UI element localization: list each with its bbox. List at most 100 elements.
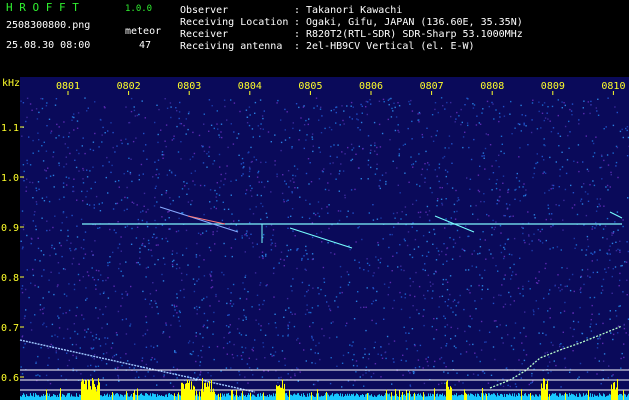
noise-dot bbox=[376, 168, 378, 170]
level-bar bbox=[172, 395, 173, 400]
noise-dot bbox=[330, 109, 332, 112]
noise-dot bbox=[242, 173, 244, 175]
noise-dot bbox=[363, 269, 365, 271]
noise-dot bbox=[480, 320, 483, 323]
noise-dot bbox=[595, 224, 598, 227]
level-bar bbox=[240, 396, 241, 400]
noise-dot bbox=[119, 263, 121, 265]
noise-dot bbox=[469, 178, 472, 180]
noise-dot bbox=[297, 368, 299, 370]
noise-dot bbox=[492, 257, 494, 259]
noise-dot bbox=[483, 201, 485, 203]
noise-dot bbox=[341, 386, 343, 388]
noise-dot bbox=[169, 197, 171, 199]
noise-dot bbox=[446, 101, 448, 104]
noise-dot bbox=[456, 111, 458, 114]
noise-dot bbox=[538, 101, 540, 103]
level-bar bbox=[508, 395, 509, 400]
noise-dot bbox=[614, 266, 617, 268]
noise-dot bbox=[66, 352, 68, 354]
noise-dot bbox=[317, 287, 319, 289]
noise-dot bbox=[509, 303, 512, 306]
noise-dot bbox=[385, 180, 387, 183]
noise-dot bbox=[95, 288, 97, 290]
level-bar bbox=[201, 388, 202, 400]
noise-dot bbox=[149, 293, 152, 295]
noise-dot bbox=[296, 187, 299, 189]
noise-dot bbox=[466, 122, 469, 124]
noise-dot bbox=[93, 204, 95, 206]
noise-dot bbox=[546, 112, 548, 114]
level-bar bbox=[613, 382, 614, 400]
noise-dot bbox=[311, 236, 314, 239]
level-bar bbox=[138, 395, 139, 400]
noise-dot bbox=[144, 298, 147, 300]
level-bar bbox=[396, 393, 397, 400]
noise-dot bbox=[520, 104, 522, 107]
noise-dot bbox=[498, 294, 500, 296]
noise-dot bbox=[452, 246, 455, 248]
noise-dot bbox=[243, 309, 245, 311]
noise-dot bbox=[201, 299, 203, 301]
noise-dot bbox=[39, 309, 42, 311]
level-bar bbox=[596, 395, 597, 400]
noise-dot bbox=[261, 181, 263, 183]
noise-dot bbox=[248, 237, 250, 239]
level-bar bbox=[80, 395, 81, 400]
noise-dot bbox=[222, 347, 225, 349]
noise-dot bbox=[75, 343, 77, 346]
level-bar bbox=[570, 394, 571, 400]
noise-dot bbox=[356, 365, 358, 367]
noise-dot bbox=[72, 367, 74, 370]
level-bar bbox=[114, 395, 115, 400]
noise-dot bbox=[426, 214, 429, 216]
noise-dot bbox=[398, 155, 400, 157]
noise-dot bbox=[157, 141, 159, 144]
noise-dot bbox=[533, 233, 535, 235]
noise-dot bbox=[598, 360, 600, 362]
noise-dot bbox=[499, 244, 502, 247]
noise-dot bbox=[496, 199, 499, 201]
level-bar bbox=[212, 391, 213, 400]
noise-dot bbox=[259, 282, 262, 284]
noise-dot bbox=[173, 304, 175, 306]
noise-dot bbox=[483, 193, 485, 195]
noise-dot bbox=[155, 226, 157, 229]
noise-dot bbox=[396, 212, 398, 214]
level-bar bbox=[439, 394, 440, 400]
noise-dot bbox=[121, 142, 123, 145]
noise-dot bbox=[36, 203, 38, 205]
noise-dot bbox=[296, 367, 298, 369]
level-bar bbox=[26, 394, 27, 400]
level-bar bbox=[214, 391, 215, 400]
noise-dot bbox=[79, 279, 81, 282]
noise-dot bbox=[275, 326, 277, 329]
noise-dot bbox=[572, 350, 574, 352]
noise-dot bbox=[496, 203, 498, 205]
noise-dot bbox=[410, 99, 412, 102]
noise-dot bbox=[507, 188, 510, 191]
noise-dot bbox=[441, 202, 443, 205]
level-bar bbox=[330, 395, 331, 400]
noise-dot bbox=[292, 127, 294, 130]
noise-dot bbox=[179, 325, 181, 327]
level-bar bbox=[189, 380, 190, 400]
noise-dot bbox=[175, 351, 177, 354]
level-bar bbox=[496, 396, 497, 400]
level-bar bbox=[468, 393, 469, 400]
level-bar bbox=[458, 395, 459, 400]
level-bar bbox=[182, 382, 183, 400]
noise-dot bbox=[330, 129, 333, 131]
level-bar bbox=[122, 395, 123, 400]
noise-dot bbox=[21, 288, 23, 290]
level-bar bbox=[511, 395, 512, 400]
level-bar bbox=[253, 394, 254, 400]
noise-dot bbox=[310, 348, 312, 351]
noise-dot bbox=[387, 294, 389, 296]
noise-dot bbox=[465, 225, 467, 227]
noise-dot bbox=[490, 253, 492, 255]
noise-dot bbox=[265, 225, 268, 228]
level-bar bbox=[307, 393, 308, 400]
level-bar bbox=[152, 393, 153, 400]
noise-dot bbox=[227, 314, 229, 316]
